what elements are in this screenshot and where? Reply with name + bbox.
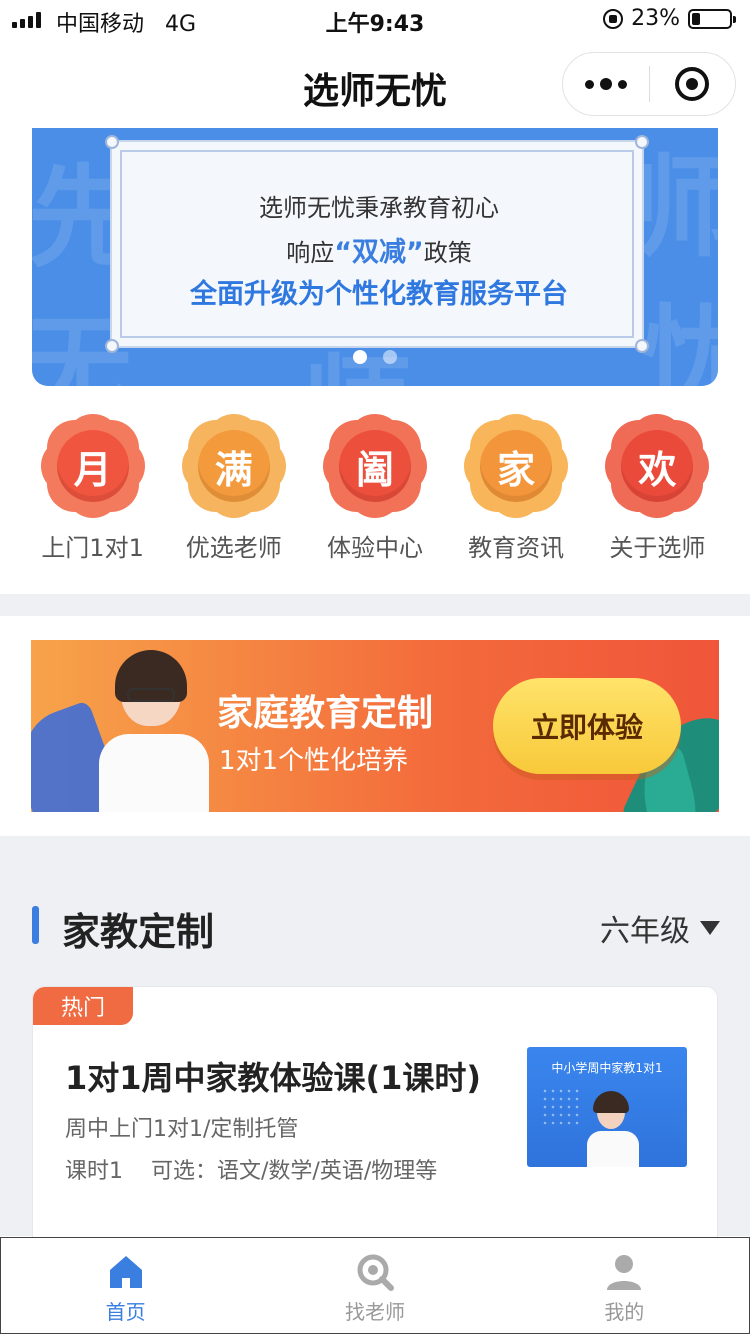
try-now-button[interactable]: 立即体验 bbox=[493, 678, 681, 774]
category-label: 体验中心 bbox=[326, 534, 423, 562]
mini-program-capsule bbox=[562, 52, 736, 116]
home-icon bbox=[106, 1252, 146, 1292]
dropdown-arrow-icon bbox=[700, 921, 720, 935]
tab-label: 首页 bbox=[105, 1300, 146, 1324]
banner-line-2: 响应“双减”政策 bbox=[112, 230, 646, 269]
tab-mine[interactable]: 我的 bbox=[500, 1238, 749, 1333]
category-item-news[interactable]: 家 教育资讯 bbox=[451, 404, 581, 584]
category-item-teachers[interactable]: 满 优选老师 bbox=[169, 404, 299, 584]
tab-bar: 首页 找老师 我的 bbox=[0, 1237, 750, 1334]
tab-label: 我的 bbox=[604, 1300, 645, 1324]
carousel-dot[interactable] bbox=[353, 350, 367, 364]
tab-home[interactable]: 首页 bbox=[1, 1238, 250, 1333]
carousel-indicators bbox=[32, 350, 718, 364]
badge-glyph: 家 bbox=[480, 430, 553, 502]
promo-subtitle: 1对1个性化培养 bbox=[219, 746, 409, 776]
course-options: 可选：语文/数学/英语/物理等 bbox=[151, 1159, 438, 1184]
battery-icon bbox=[688, 8, 736, 29]
category-item-home-tutoring[interactable]: 月 上门1对1 bbox=[28, 404, 158, 584]
teacher-illustration bbox=[91, 650, 211, 812]
course-title: 1对1周中家教体验课(1课时) bbox=[65, 1059, 482, 1097]
home-badge-icon: 家 bbox=[464, 414, 569, 518]
battery-fill bbox=[692, 12, 701, 25]
badge-glyph: 阖 bbox=[338, 430, 411, 502]
category-grid: 月 上门1对1 满 优选老师 阖 体验中心 家 教育资讯 欢 关于选师 bbox=[0, 404, 750, 584]
nav-bar: 选师无忧 bbox=[0, 40, 750, 128]
thumbnail-caption: 中小学周中家教1对1 bbox=[551, 1061, 663, 1075]
promo-banner[interactable]: 家庭教育定制 1对1个性化培养 立即体验 bbox=[31, 640, 719, 812]
banner-line-3: 全面升级为个性化教育服务平台 bbox=[190, 279, 568, 310]
more-button[interactable] bbox=[563, 52, 649, 116]
category-item-about[interactable]: 欢 关于选师 bbox=[592, 404, 722, 584]
category-label: 教育资讯 bbox=[468, 534, 565, 562]
close-button[interactable] bbox=[650, 52, 736, 116]
course-card[interactable]: 热门 1对1周中家教体验课(1课时) 周中上门1对1/定制托管 课时1 可选：语文… bbox=[32, 986, 718, 1256]
category-item-experience-center[interactable]: 阖 体验中心 bbox=[310, 404, 440, 584]
close-target-icon bbox=[675, 67, 710, 101]
section-divider bbox=[0, 594, 750, 616]
battery-percent: 23% bbox=[631, 6, 680, 31]
user-icon bbox=[604, 1252, 644, 1292]
course-info: 课时1 可选：语文/数学/英语/物理等 bbox=[65, 1153, 437, 1185]
joy-badge-icon: 欢 bbox=[605, 414, 710, 518]
banner-frame: 选师无忧秉承教育初心 响应“双减”政策 全面升级为个性化教育服务平台 bbox=[105, 135, 649, 353]
course-thumbnail[interactable]: 中小学周中家教1对1 bbox=[527, 1047, 687, 1167]
hot-badge: 热门 bbox=[33, 987, 133, 1025]
full-badge-icon: 满 bbox=[181, 414, 286, 518]
section-title: 家教定制 bbox=[62, 910, 215, 954]
tab-label: 找老师 bbox=[344, 1300, 405, 1324]
search-icon bbox=[355, 1252, 395, 1292]
rotation-lock-icon bbox=[603, 8, 624, 29]
category-label: 优选老师 bbox=[185, 534, 282, 562]
grade-selector[interactable]: 六年级 bbox=[600, 906, 720, 950]
category-label: 关于选师 bbox=[609, 534, 706, 562]
banner-bg-char: 忧 bbox=[642, 294, 718, 386]
promo-title: 家庭教育定制 bbox=[217, 693, 434, 734]
banner-line-2-suffix: 政策 bbox=[423, 239, 472, 267]
status-right: 23% bbox=[603, 6, 736, 31]
badge-glyph: 月 bbox=[56, 430, 129, 502]
category-label: 上门1对1 bbox=[41, 534, 144, 562]
section-accent-bar bbox=[32, 906, 39, 944]
grade-value: 六年级 bbox=[600, 914, 690, 949]
reunion-badge-icon: 阖 bbox=[322, 414, 427, 518]
banner-line-1: 选师无忧秉承教育初心 bbox=[259, 194, 499, 222]
course-subtitle: 周中上门1对1/定制托管 bbox=[65, 1117, 299, 1142]
status-bar: 中国移动 4G 上午9:43 23% bbox=[0, 0, 750, 40]
moon-badge-icon: 月 bbox=[40, 414, 145, 518]
tab-find-teacher[interactable]: 找老师 bbox=[250, 1238, 499, 1333]
carousel-dot[interactable] bbox=[383, 350, 397, 364]
course-hours: 课时1 bbox=[65, 1159, 123, 1184]
banner-highlight: “双减” bbox=[334, 237, 424, 268]
top-banner-carousel[interactable]: 先 无 师 忧 师 选师无忧秉承教育初心 响应“双减”政策 全面升级为个性化教育… bbox=[32, 128, 718, 386]
badge-glyph: 欢 bbox=[621, 430, 694, 502]
banner-line-2-prefix: 响应 bbox=[286, 239, 335, 267]
badge-glyph: 满 bbox=[197, 430, 270, 502]
